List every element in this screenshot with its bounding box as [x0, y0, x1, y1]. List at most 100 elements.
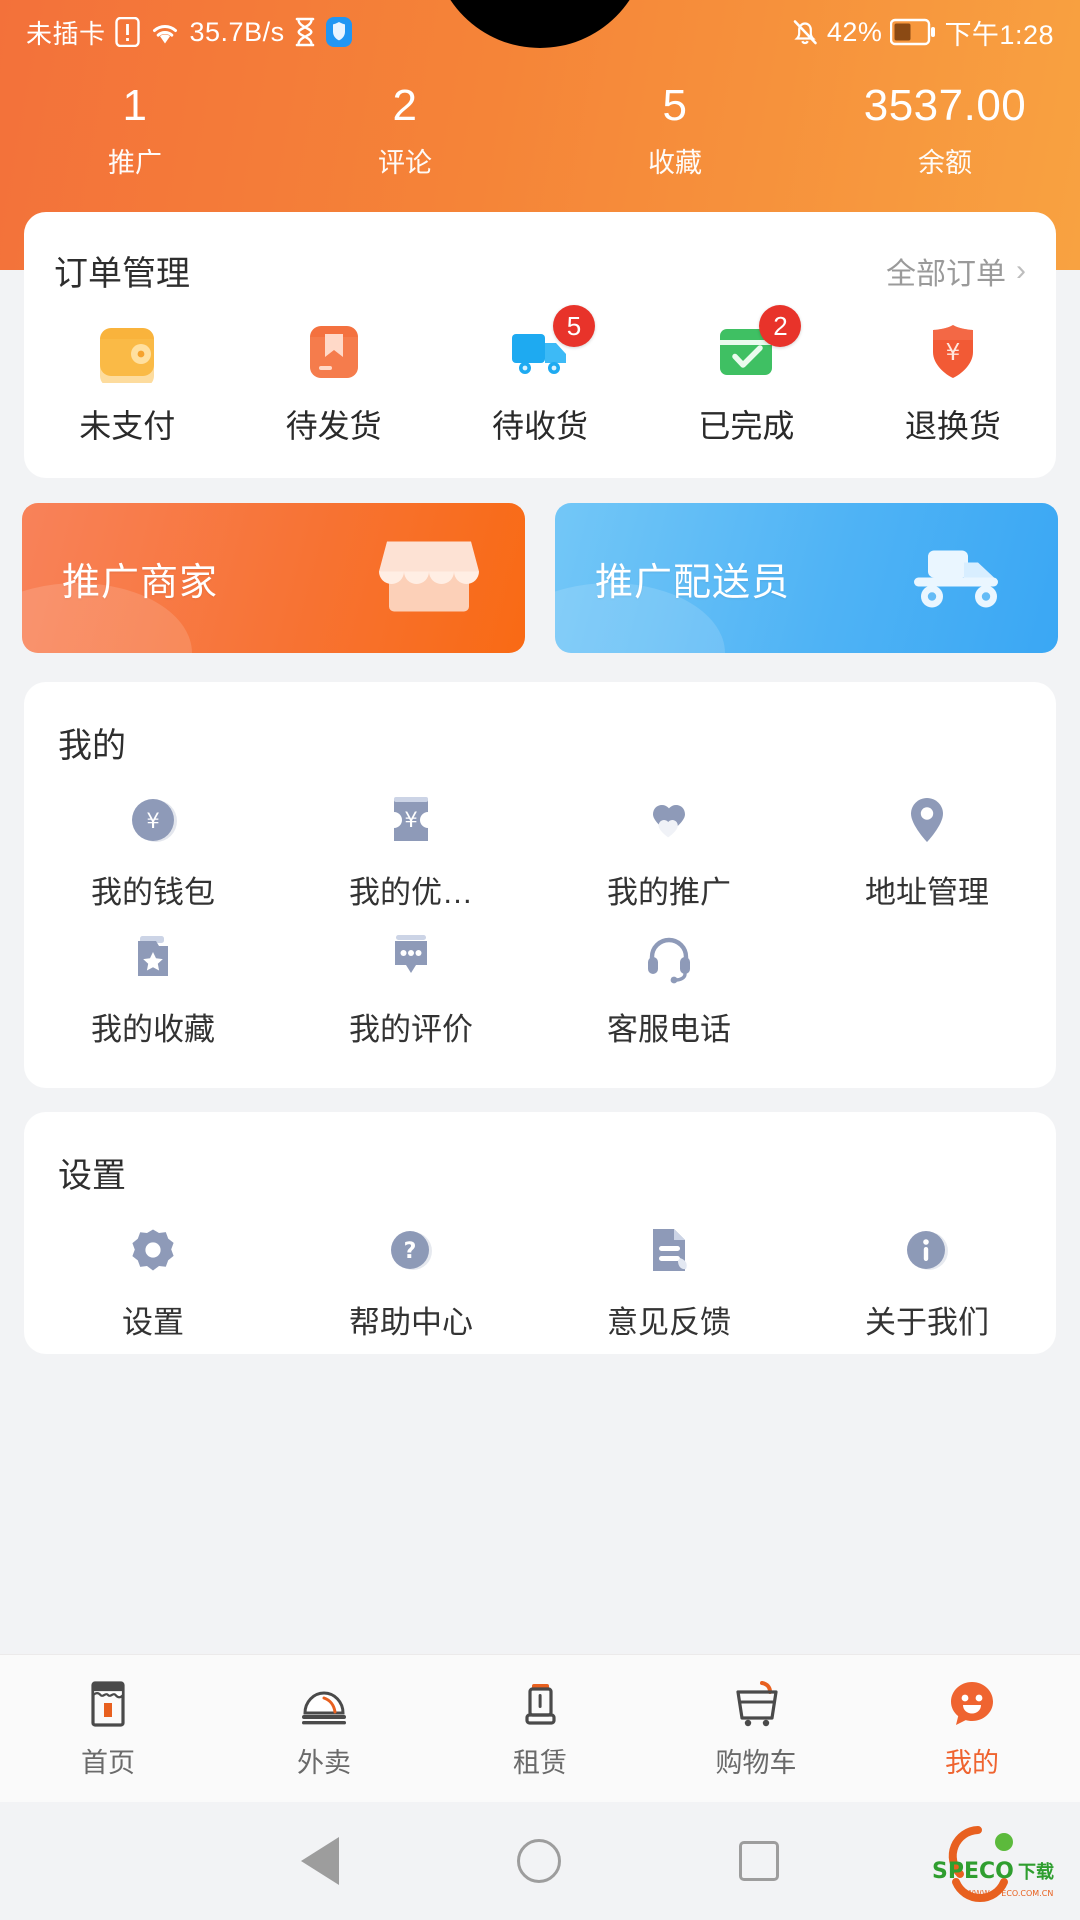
- scooter-icon: [906, 537, 1016, 620]
- order-status-label: 待收货: [492, 408, 589, 444]
- mine-item-wallet[interactable]: ¥ 我的钱包: [24, 789, 282, 912]
- mine-grid-spacer: [798, 926, 1056, 1049]
- tab-mine[interactable]: 我的: [864, 1655, 1080, 1802]
- stat-value: 1: [122, 81, 148, 130]
- shield-icon: [325, 16, 353, 48]
- feedback-doc-icon: [540, 1219, 798, 1281]
- mine-item-support-phone[interactable]: 客服电话: [540, 926, 798, 1049]
- settings-card-title: 设置: [58, 1157, 126, 1195]
- location-pin-icon: [798, 789, 1056, 851]
- banner-title: 推广商家: [62, 561, 219, 604]
- stat-comments[interactable]: 2 评论: [270, 78, 540, 180]
- hearts-icon: [540, 789, 798, 851]
- refund-shield-icon: ¥: [922, 321, 984, 383]
- promote-courier-banner[interactable]: 推广配送员: [555, 503, 1058, 653]
- info-circle-icon: [798, 1219, 1056, 1281]
- order-card-header: 订单管理 全部订单 ›: [24, 212, 1056, 295]
- stat-value: 2: [392, 81, 418, 130]
- order-status-grid: 未支付 待发货 5 待收货 2 已完成 ¥ 退换货: [24, 305, 1056, 447]
- back-triangle-icon[interactable]: [301, 1837, 339, 1885]
- order-status-completed[interactable]: 2 已完成: [643, 305, 849, 447]
- mine-grid: ¥ 我的钱包 ¥ 我的优… 我的推广 地址管理 我的收藏 我的评价 客服电话: [24, 767, 1056, 1063]
- stat-promotions[interactable]: 1 推广: [0, 78, 270, 180]
- order-status-pending-shipment[interactable]: 待发货: [230, 321, 436, 447]
- stat-balance[interactable]: 3537.00 余额: [810, 78, 1080, 180]
- stats-row: 1 推广 2 评论 5 收藏 3537.00 余额: [0, 64, 1080, 180]
- clock-label: 下午1:28: [944, 19, 1054, 50]
- svg-text:¥: ¥: [946, 340, 961, 366]
- settings-item-label: 设置: [122, 1305, 184, 1340]
- tab-label: 首页: [81, 1748, 135, 1778]
- tab-label: 租赁: [513, 1748, 567, 1778]
- check-box-icon: 2: [715, 305, 802, 383]
- order-status-label: 未支付: [79, 408, 176, 444]
- mine-item-favorites[interactable]: 我的收藏: [24, 926, 282, 1049]
- order-badge: 5: [553, 305, 596, 347]
- bottom-tab-bar: 首页 外卖 租赁 购物车 我的: [0, 1654, 1080, 1802]
- mute-bell-icon: [791, 17, 819, 47]
- yen-circle-icon: ¥: [24, 789, 282, 851]
- status-bar-left: 未插卡 35.7B/s: [26, 14, 353, 51]
- order-badge: 2: [759, 305, 802, 347]
- mine-item-reviews[interactable]: 我的评价: [282, 926, 540, 1049]
- mine-item-label: 我的钱包: [91, 875, 215, 910]
- settings-card-header: 设置: [24, 1112, 1056, 1197]
- mine-card-header: 我的: [24, 682, 1056, 767]
- tab-cart[interactable]: 购物车: [648, 1655, 864, 1802]
- svg-text:WWW.SPECO.COM.CN: WWW.SPECO.COM.CN: [966, 1889, 1053, 1898]
- tab-label: 购物车: [715, 1748, 797, 1778]
- order-status-label: 已完成: [698, 408, 795, 444]
- mine-card-title: 我的: [58, 727, 126, 765]
- speco-watermark: SPECO 下载 WWW.SPECO.COM.CN: [926, 1820, 1066, 1910]
- tab-home[interactable]: 首页: [0, 1655, 216, 1802]
- wallet-icon: [96, 321, 158, 387]
- order-status-label: 待发货: [285, 408, 382, 444]
- settings-item-feedback[interactable]: 意见反馈: [540, 1219, 798, 1342]
- mine-item-promotion[interactable]: 我的推广: [540, 789, 798, 912]
- settings-item-about[interactable]: 关于我们: [798, 1219, 1056, 1342]
- mine-item-address[interactable]: 地址管理: [798, 789, 1056, 912]
- gear-icon: [24, 1219, 282, 1281]
- settings-item-help-center[interactable]: ? 帮助中心: [282, 1219, 540, 1342]
- mine-item-label: 我的评价: [349, 1012, 473, 1047]
- comment-dots-icon: [282, 926, 540, 988]
- svg-text:¥: ¥: [404, 808, 417, 832]
- headset-icon: [540, 926, 798, 988]
- svg-text:SPECO: SPECO: [932, 1859, 1014, 1884]
- battery-icon: [890, 18, 936, 46]
- order-status-return[interactable]: ¥ 退换货: [850, 321, 1056, 447]
- tab-label: 外卖: [297, 1748, 351, 1778]
- settings-grid: 设置 ? 帮助中心 意见反馈 关于我们: [24, 1197, 1056, 1356]
- mine-item-coupons[interactable]: ¥ 我的优…: [282, 789, 540, 912]
- order-status-unpaid[interactable]: 未支付: [24, 321, 230, 447]
- tab-label: 我的: [945, 1748, 999, 1778]
- no-sim-label: 未插卡: [26, 18, 106, 49]
- tab-rental[interactable]: 租赁: [432, 1655, 648, 1802]
- stat-label: 余额: [918, 148, 972, 178]
- order-status-pending-receipt[interactable]: 5 待收货: [437, 305, 643, 447]
- stat-favorites[interactable]: 5 收藏: [540, 78, 810, 180]
- tab-takeout[interactable]: 外卖: [216, 1655, 432, 1802]
- settings-item-settings[interactable]: 设置: [24, 1219, 282, 1342]
- stat-label: 评论: [378, 148, 432, 178]
- truck-icon: 5: [509, 305, 596, 383]
- recents-square-icon[interactable]: [739, 1841, 779, 1881]
- svg-text:下载: 下载: [1018, 1861, 1054, 1883]
- question-circle-icon: ?: [282, 1219, 540, 1281]
- store-icon: [81, 1677, 135, 1731]
- stat-label: 收藏: [648, 148, 702, 178]
- promote-merchant-banner[interactable]: 推广商家: [22, 503, 525, 653]
- all-orders-link[interactable]: 全部订单 ›: [886, 249, 1026, 293]
- hourglass-icon: [294, 17, 316, 47]
- folder-star-icon: [24, 926, 282, 988]
- settings-item-label: 帮助中心: [349, 1305, 473, 1340]
- chevron-right-icon: ›: [1016, 253, 1026, 287]
- package-icon: [303, 321, 365, 383]
- stat-value: 5: [662, 81, 688, 130]
- mine-item-label: 地址管理: [865, 875, 989, 910]
- mine-item-label: 客服电话: [607, 1012, 731, 1047]
- settings-card: 设置 设置 ? 帮助中心 意见反馈 关于我们: [24, 1112, 1056, 1354]
- mine-card: 我的 ¥ 我的钱包 ¥ 我的优… 我的推广 地址管理 我的收藏 我的评价 客服电…: [24, 682, 1056, 1088]
- home-circle-icon[interactable]: [517, 1839, 561, 1883]
- food-dome-icon: [297, 1677, 351, 1731]
